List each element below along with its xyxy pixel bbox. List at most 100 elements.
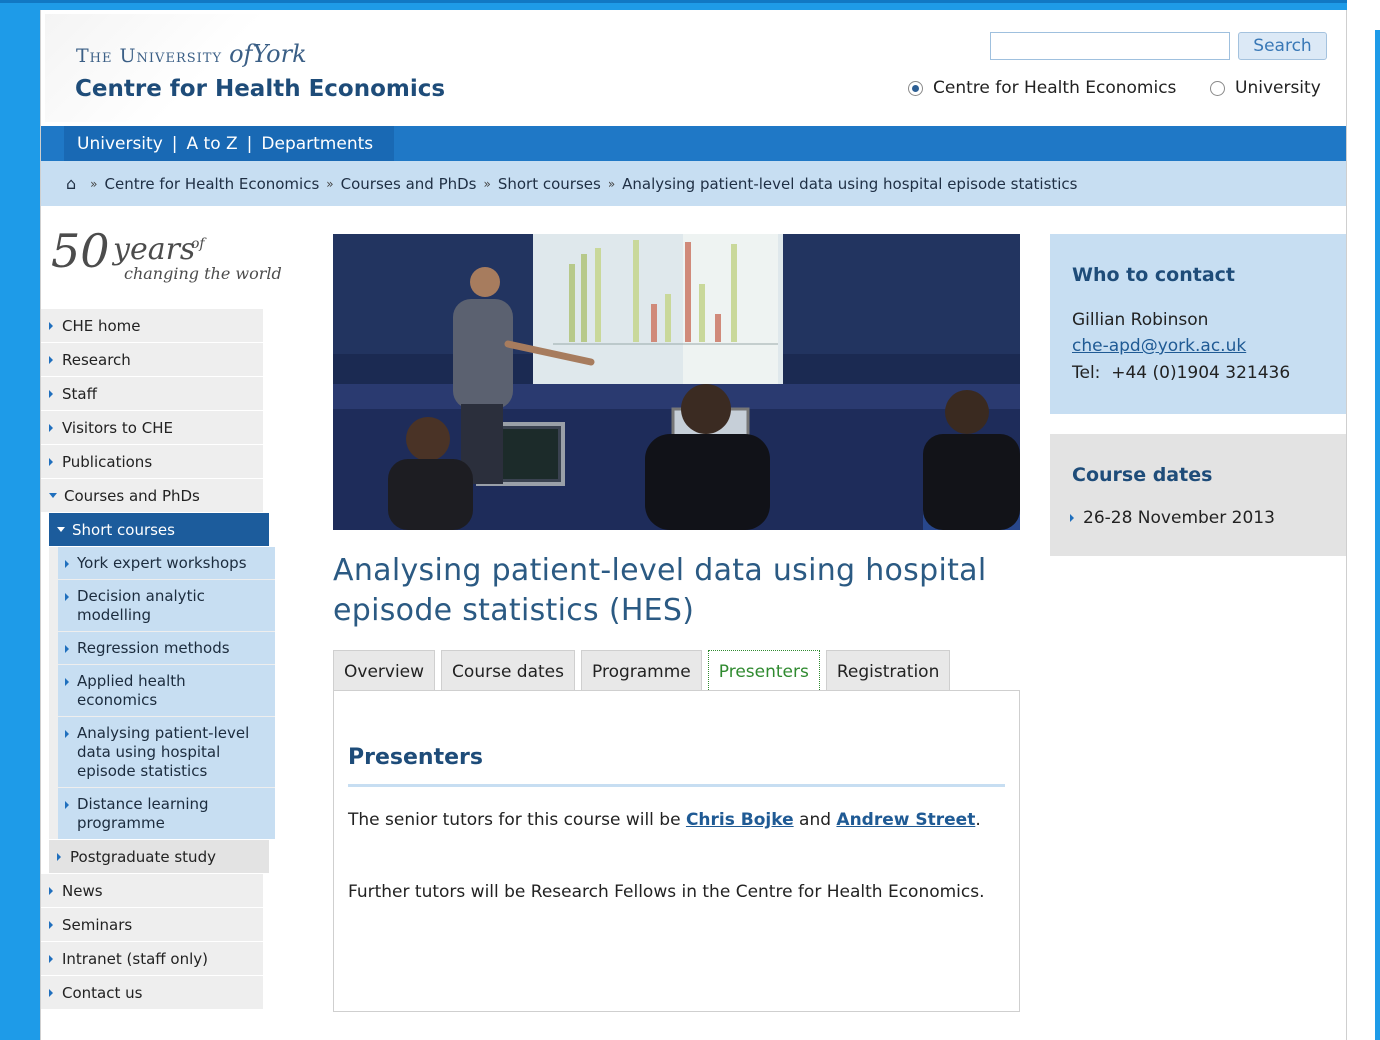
course-tabs: Overview Course dates Programme Presente… [333,650,956,692]
leftnav-label: Courses and PhDs [64,486,200,505]
leftnav-item-postgraduate[interactable]: Postgraduate study [49,840,269,873]
radio-university-icon[interactable] [1210,80,1225,96]
triangle-right-icon [65,593,69,601]
leftnav-submenu: York expert workshops Decision analytic … [49,547,275,839]
breadcrumb-link[interactable]: Courses and PhDs [341,175,477,193]
leftnav-sublabel: Decision analytic modelling [77,587,205,624]
leftnav-subitem-decision-analytic[interactable]: Decision analytic modelling [58,580,275,631]
leftnav-subitem-applied-health[interactable]: Applied health economics [58,665,275,716]
chris-bojke-link[interactable]: Chris Bojke [686,810,794,830]
leftnav-item-visitors[interactable]: Visitors to CHE [41,411,263,444]
search-input[interactable] [990,32,1230,60]
breadcrumb-link[interactable]: Short courses [498,175,601,193]
further-tutors-paragraph: Further tutors will be Research Fellows … [348,882,985,902]
leftnav-subitem-analysing[interactable]: Analysing patient-level data using hospi… [58,717,275,787]
contact-telephone: Tel: +44 (0)1904 321436 [1072,363,1290,383]
contact-heading: Who to contact [1072,264,1235,286]
breadcrumb: ⌂ » Centre for Health Economics » Course… [41,161,1346,206]
radio-che-label: Centre for Health Economics [933,78,1177,98]
global-nav-links: University | A to Z | Departments [64,126,394,161]
contact-email-link[interactable]: che-apd@york.ac.uk [1072,336,1246,356]
tab-registration[interactable]: Registration [825,650,951,692]
leftnav-subitem-regression[interactable]: Regression methods [58,632,275,664]
nav-departments-link[interactable]: Departments [261,134,373,154]
leftnav-sublabel: Distance learning programme [77,795,209,832]
panel-heading: Presenters [348,745,483,770]
university-of: of [229,40,253,68]
course-date-item[interactable]: 26-28 November 2013 [1070,508,1275,528]
leftnav-label: Seminars [62,915,133,934]
triangle-right-icon [65,801,69,809]
triangle-down-icon [57,527,65,532]
triangle-right-icon [49,355,53,364]
breadcrumb-separator-icon: » [483,176,491,191]
tab-panel-presenters: Presenters The senior tutors for this co… [333,690,1020,1012]
right-window-edge [1347,0,1380,1040]
triangle-right-icon [49,457,53,466]
leftnav-label: Research [62,350,131,369]
logo-number: 50 [51,224,110,278]
university-york: York [252,40,307,68]
triangle-right-icon [49,920,53,929]
leftnav-sublabel: Regression methods [77,639,230,657]
leftnav-item-publications[interactable]: Publications [41,445,263,478]
presenters-paragraph: The senior tutors for this course will b… [348,807,988,834]
radio-university-option[interactable]: University [1210,76,1321,100]
window-top-border [0,0,1380,3]
leftnav-subitem-distance-learning[interactable]: Distance learning programme [58,788,275,839]
page: The University ofYork Centre for Health … [40,10,1347,1040]
scroll-rail [1375,30,1380,1040]
tel-number: +44 (0)1904 321436 [1111,363,1291,383]
who-to-contact-box: Who to contact Gillian Robinson che-apd@… [1050,234,1346,414]
breadcrumb-link[interactable]: Centre for Health Economics [105,175,320,193]
radio-che-icon[interactable] [908,80,923,96]
university-logo[interactable]: The University ofYork [76,40,307,68]
leftnav-item-intranet[interactable]: Intranet (staff only) [41,942,263,975]
nav-a-to-z-link[interactable]: A to Z [187,134,238,154]
leftnav-label: Publications [62,452,153,471]
radio-che-option[interactable]: Centre for Health Economics [908,76,1176,100]
andrew-street-link[interactable]: Andrew Street [836,810,975,830]
nav-separator: | [246,133,253,154]
logo-tagline: changing the world [124,264,282,283]
tab-programme[interactable]: Programme [581,650,702,692]
nav-university-link[interactable]: University [77,134,163,154]
leftnav-item-seminars[interactable]: Seminars [41,908,263,941]
leftnav-subitem-york-expert[interactable]: York expert workshops [58,547,275,579]
tab-presenters[interactable]: Presenters [707,650,820,692]
leftnav-item-che-home[interactable]: CHE home [41,309,263,342]
fifty-years-logo[interactable]: 50 years of changing the world [51,224,282,288]
triangle-right-icon [49,321,53,330]
presenters-text-end: . [975,810,981,830]
triangle-right-icon [65,730,69,738]
breadcrumb-separator-icon: » [326,176,334,191]
course-dates-box: Course dates 26-28 November 2013 [1050,434,1346,556]
triangle-right-icon [65,645,69,653]
classroom-photo-illustration [333,234,1020,530]
logo-years: years [113,232,196,267]
university-prefix: The University [76,45,223,67]
leftnav-label: Visitors to CHE [62,418,173,437]
triangle-right-icon [49,423,53,432]
presenters-text: The senior tutors for this course will b… [348,810,686,830]
tab-course-dates[interactable]: Course dates [441,650,575,692]
tel-label: Tel: [1072,363,1101,383]
triangle-down-icon [49,493,57,498]
course-photo [333,234,1020,530]
leftnav-sublabel: Analysing patient-level data using hospi… [77,724,250,780]
panel-divider [348,784,1005,787]
leftnav-sublabel: York expert workshops [77,554,247,572]
breadcrumb-current: Analysing patient-level data using hospi… [622,174,1078,193]
leftnav-item-courses[interactable]: Courses and PhDs [41,479,263,512]
leftnav-label: News [62,881,103,900]
site-title[interactable]: Centre for Health Economics [75,76,445,102]
home-icon[interactable]: ⌂ [66,174,76,193]
search-button[interactable]: Search [1238,32,1327,60]
tab-overview[interactable]: Overview [333,650,436,692]
leftnav-item-short-courses[interactable]: Short courses [49,513,269,546]
leftnav-item-research[interactable]: Research [41,343,263,376]
leftnav-item-news[interactable]: News [41,874,263,907]
leftnav-item-contact[interactable]: Contact us [41,976,263,1009]
leftnav-item-staff[interactable]: Staff [41,377,263,410]
course-dates-heading: Course dates [1072,464,1213,486]
